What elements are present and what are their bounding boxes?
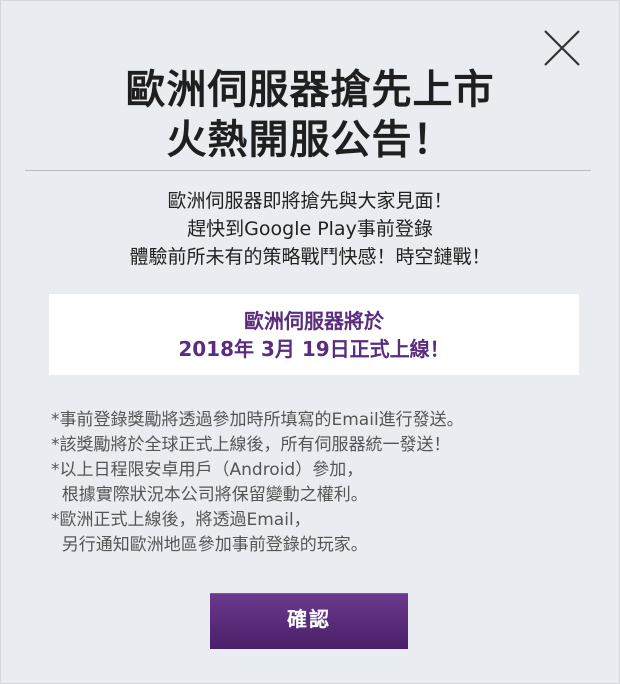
notice-line-2: 2018年 3月 19日正式上線！ [178, 337, 450, 361]
note-item: *事前登錄獎勵將透過參加時所填寫的Email進行發送。 [51, 410, 464, 430]
note-item: *該獎勵將於全球正式上線後，所有伺服器統一發送！ [51, 435, 451, 455]
note-item: 另行通知歐洲地區參加事前登錄的玩家。 [51, 535, 368, 555]
divider [25, 170, 591, 171]
note-item: 根據實際狀況本公司將保留變動之權利。 [51, 485, 368, 505]
intro-line-2: 趕快到Google Play事前登錄 [187, 218, 433, 240]
notice-line-1: 歐洲伺服器將於 [244, 309, 384, 333]
title-line-2: 火熱開服公告！ [166, 117, 454, 163]
intro-text: 歐洲伺服器即將搶先與大家見面！ 趕快到Google Play事前登錄 體驗前所未… [1, 187, 619, 271]
intro-line-3: 體驗前所未有的策略戰鬥快感！時空鏈戰！ [129, 246, 491, 268]
note-item: *歐洲正式上線後，將透過Email， [51, 510, 311, 530]
launch-date-notice: 歐洲伺服器將於 2018年 3月 19日正式上線！ [49, 294, 579, 375]
title-line-1: 歐洲伺服器搶先上市 [125, 67, 495, 113]
confirm-button[interactable]: 確認 [210, 593, 408, 649]
note-item: *以上日程限安卓用戶（Android）參加， [51, 460, 364, 480]
page-title: 歐洲伺服器搶先上市 火熱開服公告！ [1, 65, 619, 165]
notes-list: *事前登錄獎勵將透過參加時所填寫的Email進行發送。 *該獎勵將於全球正式上線… [51, 408, 601, 558]
announcement-dialog: 歐洲伺服器搶先上市 火熱開服公告！ 歐洲伺服器即將搶先與大家見面！ 趕快到Goo… [0, 0, 620, 684]
intro-line-1: 歐洲伺服器即將搶先與大家見面！ [167, 190, 453, 212]
